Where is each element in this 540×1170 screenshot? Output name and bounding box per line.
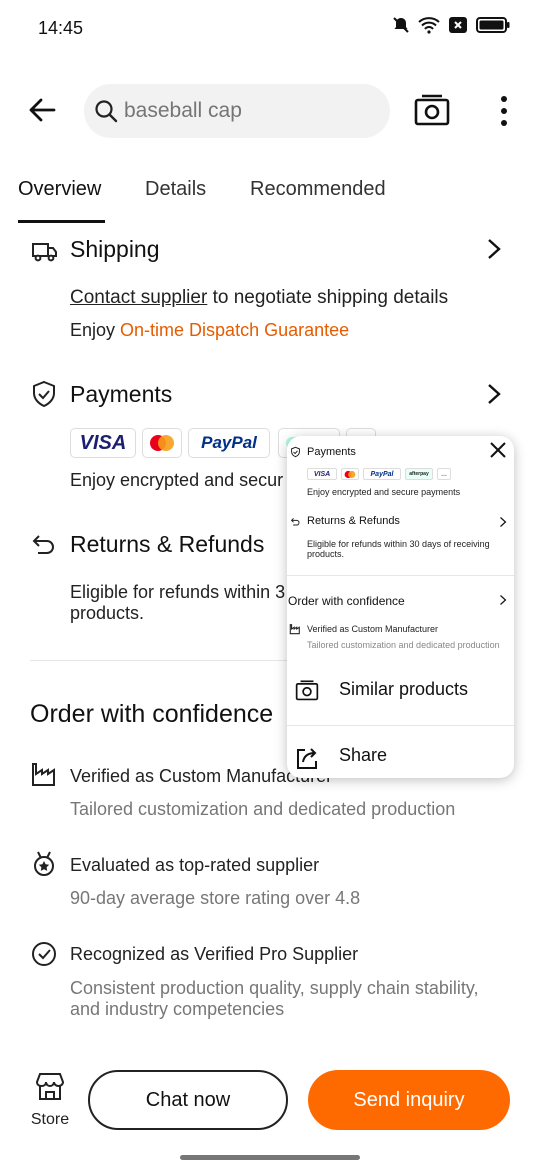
camera-icon: [414, 94, 450, 126]
verified-manufacturer-subtitle: Tailored customization and dedicated pro…: [70, 799, 456, 819]
popup-mastercard-icon: [344, 470, 356, 478]
home-indicator[interactable]: [180, 1155, 360, 1160]
mastercard-chip: [142, 428, 182, 458]
header: [0, 84, 540, 138]
verified-pro-title: Recognized as Verified Pro Supplier: [70, 944, 359, 964]
returns-title: Returns & Refunds: [70, 531, 265, 557]
popup-divider-2: [287, 725, 514, 726]
payments-note: Enjoy encrypted and secur: [70, 470, 284, 490]
similar-products-label: Similar products: [339, 679, 469, 699]
shipping-contact-rest: to negotiate shipping details: [207, 287, 449, 308]
popup-return-arrow-icon: [290, 518, 300, 526]
popup-afterpay-chip: afterpay: [405, 468, 433, 480]
store-label: Store: [30, 1111, 70, 1128]
verified-pro-subtitle-line1: Consistent production quality, supply ch…: [70, 978, 479, 998]
chat-now-button[interactable]: Chat now: [88, 1070, 288, 1130]
tab-overview[interactable]: Overview: [18, 178, 101, 201]
close-icon[interactable]: [488, 440, 508, 460]
status-time: 14:45: [38, 18, 84, 38]
popup-returns-note-2: products.: [307, 549, 345, 559]
status-icons: [392, 16, 510, 34]
similar-products-menu-item[interactable]: Similar products: [287, 664, 514, 720]
image-search-button[interactable]: [414, 94, 450, 128]
shield-check-icon: [33, 380, 55, 408]
popup-paypal-chip: PayPal: [363, 468, 401, 480]
status-bar: 14:45: [0, 0, 540, 56]
back-button[interactable]: [24, 92, 60, 128]
bell-muted-icon: [393, 17, 409, 33]
mastercard-icon: [150, 435, 174, 451]
popup-factory-icon: [289, 624, 300, 635]
search-bar[interactable]: [84, 84, 390, 138]
popup-shield-check-icon: [291, 446, 300, 458]
tab-recommended[interactable]: Recommended: [250, 178, 386, 201]
popup-payments-note: Enjoy encrypted and secure payments: [307, 487, 461, 497]
sim-error-icon: [449, 17, 467, 33]
medal-star-icon: [34, 851, 54, 876]
share-label: Share: [339, 745, 388, 765]
arrow-left-icon: [29, 98, 56, 122]
payments-chevron-right-icon[interactable]: [486, 383, 502, 405]
popup-verified-subtitle: Tailored customization and dedicated pro…: [307, 640, 500, 650]
more-options-button[interactable]: [494, 94, 514, 128]
dispatch-guarantee-line: Enjoy On-time Dispatch Guarantee: [70, 319, 349, 341]
paypal-chip: PayPal: [188, 428, 270, 458]
share-menu-item[interactable]: Share: [287, 730, 514, 778]
shipping-title: Shipping: [70, 236, 160, 262]
active-tab-indicator: [18, 220, 105, 223]
store-button[interactable]: Store: [28, 1072, 72, 1129]
more-vertical-icon: [501, 96, 507, 126]
more-options-popup: Payments VISA PayPal afterpay ... Enjoy …: [287, 436, 514, 778]
return-arrow-icon: [32, 535, 54, 554]
top-rated-subtitle: 90-day average store rating over 4.8: [70, 888, 361, 908]
search-icon: [95, 100, 118, 123]
popup-more-chip: ...: [437, 468, 451, 480]
popup-confidence-title: Order with confidence: [288, 594, 405, 608]
returns-note-line1: Eligible for refunds within 3: [70, 582, 286, 602]
confidence-title: Order with confidence: [30, 700, 274, 728]
battery-icon: [476, 17, 510, 33]
share-icon: [297, 748, 317, 769]
popup-returns-note-1: Eligible for refunds within 30 days of r…: [307, 539, 490, 549]
tab-bar: Overview Details Recommended: [0, 170, 540, 224]
visa-chip: VISA: [70, 428, 136, 458]
shipping-contact-line: Contact supplier to negotiate shipping d…: [70, 287, 448, 309]
factory-icon: [32, 763, 55, 786]
check-circle-icon: [32, 942, 56, 966]
returns-note-line2: products.: [70, 603, 145, 623]
shipping-truck-icon: [32, 243, 57, 262]
dispatch-guarantee-link[interactable]: On-time Dispatch Guarantee: [120, 320, 349, 340]
contact-supplier-link[interactable]: Contact supplier: [70, 287, 207, 308]
tab-details[interactable]: Details: [145, 178, 206, 201]
enjoy-prefix: Enjoy: [70, 320, 121, 340]
payments-title: Payments: [70, 381, 173, 407]
popup-divider-1: [287, 575, 514, 576]
popup-visa-chip: VISA: [307, 468, 337, 480]
top-rated-title: Evaluated as top-rated supplier: [70, 855, 320, 875]
popup-returns-title: Returns & Refunds: [307, 515, 400, 527]
popup-verified-title: Verified as Custom Manufacturer: [307, 624, 439, 634]
wifi-icon: [418, 17, 440, 34]
send-inquiry-button[interactable]: Send inquiry: [308, 1070, 510, 1130]
shipping-chevron-right-icon[interactable]: [486, 238, 502, 260]
store-icon: [35, 1073, 65, 1100]
search-input[interactable]: [124, 99, 364, 123]
popup-confidence-chevron-icon[interactable]: [499, 594, 507, 606]
popup-mastercard-chip: [341, 468, 359, 480]
popup-payments-title: Payments: [307, 446, 356, 458]
popup-returns-chevron-icon[interactable]: [499, 516, 507, 528]
verified-pro-subtitle-line2: and industry competencies: [70, 999, 285, 1019]
popup-camera-icon: [295, 680, 319, 701]
